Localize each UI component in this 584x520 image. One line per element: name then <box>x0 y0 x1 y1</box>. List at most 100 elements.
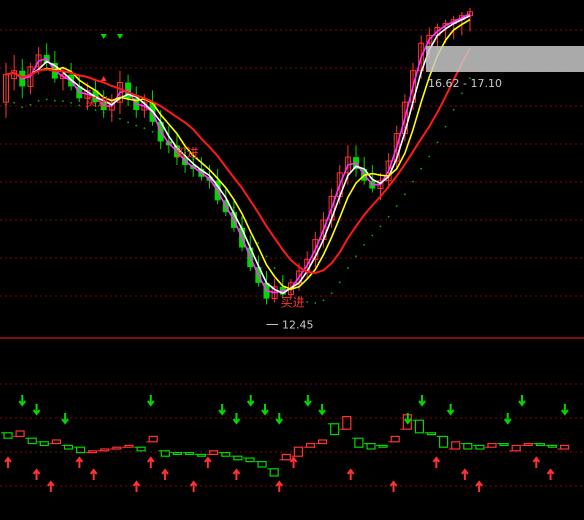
ma-magenta-line <box>5 12 471 294</box>
indicator-box <box>366 443 376 450</box>
down-triangle-marker <box>116 34 123 39</box>
down-triangle-marker <box>100 34 107 39</box>
indicator-box <box>63 444 74 450</box>
down-arrow <box>246 395 255 407</box>
up-arrow <box>546 468 555 480</box>
up-arrow <box>32 468 41 480</box>
up-arrow <box>432 456 441 468</box>
band-dot <box>379 225 382 228</box>
down-arrow <box>261 404 269 416</box>
band-dot <box>70 101 73 104</box>
candlesticks <box>3 7 473 305</box>
band-dot <box>37 99 40 102</box>
up-arrow <box>461 468 469 480</box>
ma-yellow-line <box>5 18 471 290</box>
price-range-band <box>426 46 584 72</box>
indicator-box <box>148 435 158 443</box>
band-dot <box>387 215 390 218</box>
indicator-box <box>330 423 340 436</box>
band-dot <box>306 300 309 303</box>
band-dot <box>412 180 414 183</box>
indicator-box <box>426 432 437 436</box>
up-arrow <box>161 468 169 480</box>
band-dot <box>363 243 366 246</box>
indicator-box <box>463 443 473 450</box>
down-arrow <box>561 404 569 416</box>
indicator-box <box>414 419 424 434</box>
indicator-box <box>547 444 558 448</box>
band-dot <box>13 101 16 104</box>
band-dot <box>265 255 268 258</box>
down-arrow <box>232 413 241 425</box>
indicator-box <box>184 452 195 456</box>
indicator-box <box>487 443 497 448</box>
buy-annotation: 买进 <box>85 95 109 109</box>
band-dot <box>330 292 333 295</box>
band-dot <box>322 299 325 302</box>
band-dot <box>395 205 398 207</box>
down-arrow <box>146 395 155 407</box>
indicator-box <box>451 441 461 450</box>
price-range-label: 16.62 - 17.10 <box>428 77 502 90</box>
low-price-label: 12.45 <box>282 318 314 331</box>
indicator-box <box>15 430 25 438</box>
indicator-box <box>511 444 521 452</box>
band-dot <box>53 99 56 102</box>
down-arrow <box>18 395 27 407</box>
up-arrow <box>532 456 541 468</box>
band-dot <box>403 193 406 196</box>
band-dot <box>273 267 276 269</box>
down-arrow <box>304 395 312 407</box>
up-arrow <box>189 480 198 492</box>
indicator-box <box>27 437 37 445</box>
down-arrow <box>218 404 226 416</box>
chart-annotations: 买进买进买进 <box>85 34 584 325</box>
indicator-box <box>39 441 49 446</box>
indicator-box <box>245 457 255 463</box>
band-dot <box>119 117 121 120</box>
up-arrow <box>47 480 55 492</box>
indicator-box <box>318 439 328 445</box>
indicator-box <box>124 444 134 448</box>
band-dot <box>94 109 97 112</box>
up-arrow <box>4 456 12 468</box>
up-arrow <box>232 468 241 480</box>
indicator-box <box>221 452 231 457</box>
indicator-box <box>233 455 243 461</box>
band-dot <box>371 234 374 237</box>
band-dot <box>436 141 439 144</box>
band-dot <box>135 124 138 127</box>
up-arrow <box>289 456 298 468</box>
indicator-box <box>100 448 110 452</box>
indicator-box <box>209 450 219 455</box>
indicator-box <box>281 453 291 461</box>
indicator-box <box>439 435 449 448</box>
down-arrow <box>418 395 426 407</box>
band-dot <box>314 302 317 304</box>
indicator-box <box>378 444 388 448</box>
indicator-box <box>197 453 207 457</box>
dotted-band <box>5 77 471 304</box>
indicator-box <box>172 452 182 456</box>
indicator-box <box>390 435 400 443</box>
stock-chart: 买进买进买进 16.62 - 17.10 12.45 <box>0 7 584 492</box>
down-arrow <box>518 395 526 407</box>
band-dot <box>143 127 146 130</box>
indicator-box <box>112 446 122 450</box>
down-arrow <box>446 404 455 416</box>
up-arrow <box>389 480 398 492</box>
band-dot <box>21 106 24 109</box>
indicator-box <box>257 461 267 468</box>
indicator-box <box>559 444 570 450</box>
up-arrow <box>475 480 483 492</box>
up-arrow <box>75 456 84 468</box>
band-dot <box>151 130 154 133</box>
band-dot <box>338 281 341 284</box>
down-arrow <box>32 404 41 416</box>
ma-white-line <box>5 14 471 295</box>
buy-annotation: 买进 <box>281 296 305 310</box>
down-arrow <box>318 404 326 416</box>
up-arrow <box>146 456 155 468</box>
band-dot <box>45 98 48 101</box>
up-arrow <box>204 456 212 468</box>
